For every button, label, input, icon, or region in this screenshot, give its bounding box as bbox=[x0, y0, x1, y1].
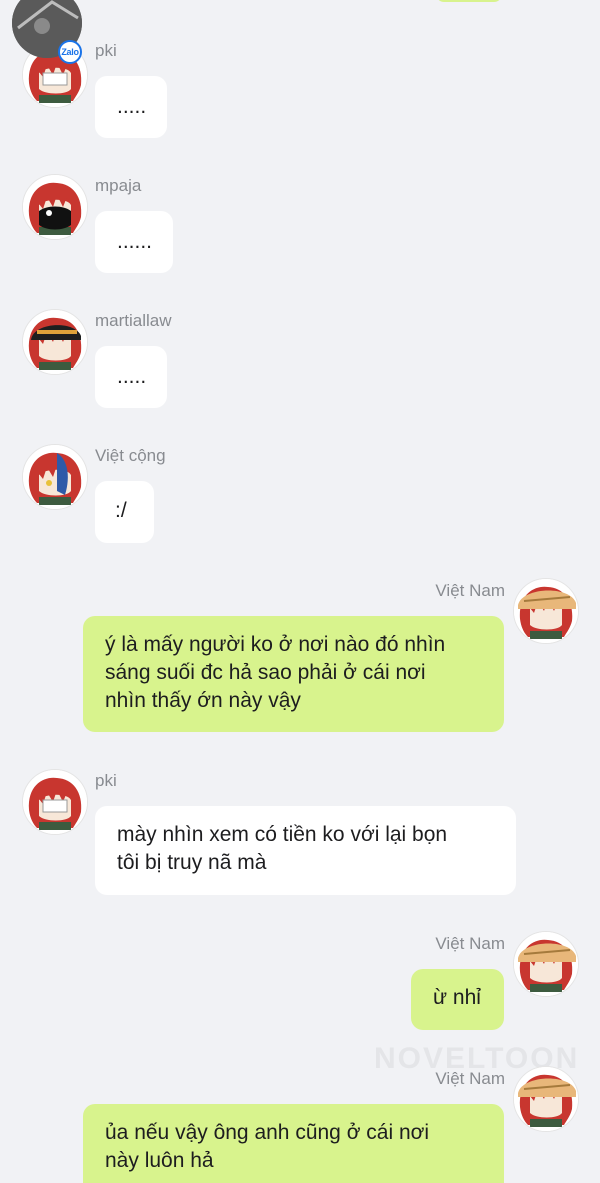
message-text: ...... bbox=[117, 230, 153, 253]
sender-name: mpaja bbox=[95, 176, 142, 195]
message-text: :/ bbox=[115, 499, 127, 522]
sender-name: pki bbox=[95, 771, 117, 790]
message-text-line: mày nhìn xem có tiền ko với lại bọn bbox=[117, 823, 448, 846]
message-text: ..... bbox=[117, 365, 147, 388]
sender-name: Việt Nam bbox=[435, 934, 505, 953]
message-bubble-partial[interactable] bbox=[436, 0, 502, 2]
message-text-line: tôi bị truy nã mà bbox=[117, 851, 267, 874]
message-bubble[interactable]: ..... bbox=[95, 346, 167, 408]
message-text-line: nhìn thấy ớn này vậy bbox=[105, 689, 301, 712]
chat-conversation: Zalo pki ..... mpaja ...... martiallaw .… bbox=[0, 0, 600, 1183]
red-blue-hair-avatar[interactable] bbox=[22, 444, 88, 510]
sender-name: Việt cộng bbox=[95, 446, 166, 465]
message-text: ..... bbox=[117, 95, 147, 118]
sender-name: pki bbox=[95, 41, 117, 60]
message-bubble[interactable]: ủa nếu vậy ông anh cũng ở cái nơi này lu… bbox=[83, 1104, 504, 1183]
red-hair-white-mask-avatar[interactable] bbox=[22, 769, 88, 835]
red-hair-straw-hat-avatar[interactable] bbox=[513, 578, 579, 644]
message-bubble[interactable]: :/ bbox=[95, 481, 154, 543]
message-bubble[interactable]: ...... bbox=[95, 211, 173, 273]
red-hair-black-mask-avatar[interactable] bbox=[22, 174, 88, 240]
message-bubble[interactable]: ừ nhỉ bbox=[411, 969, 504, 1030]
sender-name: martiallaw bbox=[95, 311, 172, 330]
zalo-badge-icon: Zalo bbox=[58, 40, 82, 64]
message-bubble[interactable]: mày nhìn xem có tiền ko với lại bọn tôi … bbox=[95, 806, 516, 895]
message-text-line: này luôn hả bbox=[105, 1149, 214, 1172]
sender-name: Việt Nam bbox=[435, 1069, 505, 1088]
message-text: ừ nhỉ bbox=[433, 986, 481, 1009]
message-text-line: ủa nếu vậy ông anh cũng ở cái nơi bbox=[105, 1121, 430, 1144]
message-text-line: ý là mấy người ko ở nơi nào đó nhìn bbox=[105, 633, 446, 656]
red-hair-straw-hat-avatar[interactable] bbox=[513, 931, 579, 997]
sender-name: Việt Nam bbox=[435, 581, 505, 600]
message-text-line: sáng suối đc hả sao phải ở cái nơi bbox=[105, 661, 426, 684]
red-hair-black-cap-avatar[interactable] bbox=[22, 309, 88, 375]
message-bubble[interactable]: ý là mấy người ko ở nơi nào đó nhìn sáng… bbox=[83, 616, 504, 732]
message-bubble[interactable]: ..... bbox=[95, 76, 167, 138]
red-hair-straw-hat-avatar[interactable] bbox=[513, 1066, 579, 1132]
